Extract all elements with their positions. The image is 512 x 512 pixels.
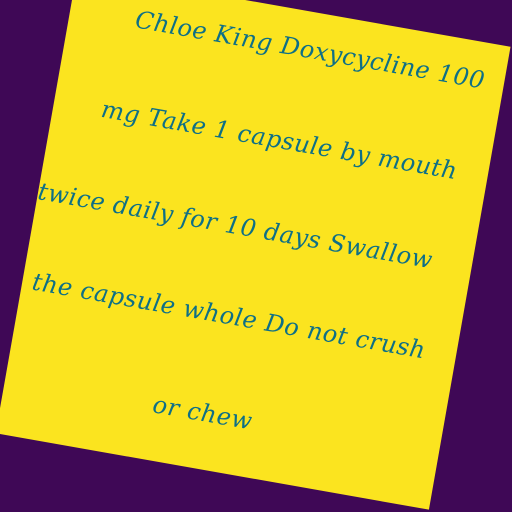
note-line-3: twice daily for 10 days Swallow bbox=[35, 177, 435, 275]
prescription-note: Chloe King Doxycycline 100 mg Take 1 cap… bbox=[0, 0, 511, 510]
image-canvas: Chloe King Doxycycline 100 mg Take 1 cap… bbox=[0, 0, 512, 512]
note-line-1: Chloe King Doxycycline 100 bbox=[133, 5, 488, 95]
note-line-2: mg Take 1 capsule by mouth bbox=[99, 94, 460, 186]
note-line-4: the capsule whole Do not crush bbox=[30, 267, 428, 365]
note-line-5: or chew bbox=[150, 390, 255, 436]
